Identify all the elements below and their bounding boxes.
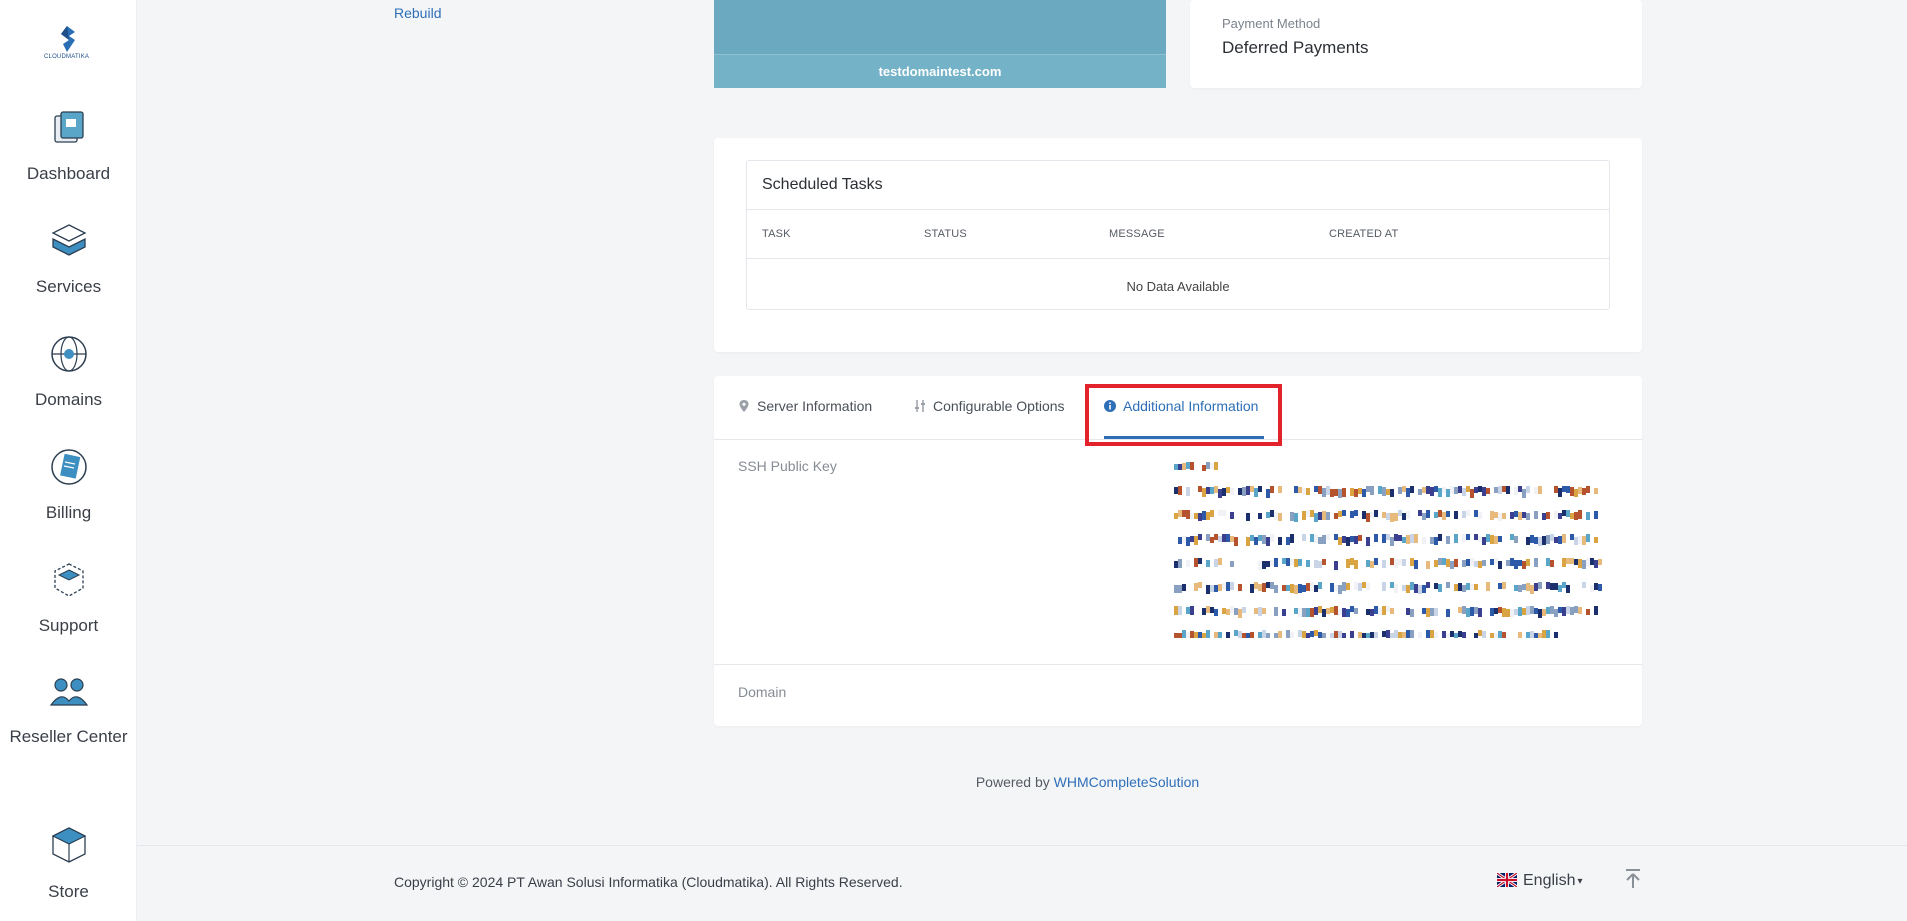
sidebar-item-store[interactable]: Store	[0, 824, 137, 904]
payment-method-value: Deferred Payments	[1222, 38, 1369, 57]
chevron-down-icon: ▾	[1577, 876, 1583, 887]
language-selector[interactable]: English ▾	[1497, 872, 1583, 890]
globe-icon	[50, 336, 87, 372]
tab-configurable-options[interactable]: Configurable Options	[914, 398, 1065, 414]
service-info-card: Server Information Configurable Options …	[714, 376, 1642, 726]
column-message: MESSAGE	[1109, 228, 1165, 240]
billing-icon	[50, 449, 87, 485]
sidebar-item-dashboard[interactable]: Dashboard	[0, 106, 137, 186]
column-created-at: CREATED AT	[1329, 228, 1399, 240]
dashboard-icon	[53, 111, 84, 143]
services-icon	[51, 224, 86, 256]
column-status: STATUS	[924, 228, 967, 240]
users-icon	[49, 678, 88, 706]
store-cube-icon	[51, 827, 86, 863]
domain-label: Domain	[738, 684, 787, 700]
map-pin-icon	[739, 400, 749, 412]
website-preview: testdomaintest.com	[714, 0, 1166, 88]
sidebar-item-reseller-center[interactable]: Reseller Center	[0, 671, 137, 749]
back-to-top-icon[interactable]	[1623, 868, 1643, 890]
highlight-annotation	[1085, 384, 1282, 446]
uk-flag-icon	[1497, 873, 1517, 887]
scheduled-tasks-title: Scheduled Tasks	[762, 176, 883, 193]
rebuild-link[interactable]: Rebuild	[394, 5, 441, 21]
empty-state: No Data Available	[1126, 279, 1230, 294]
row-divider	[714, 664, 1642, 665]
logo-text: CLOUDMATIKA	[44, 54, 90, 60]
sidebar-item-services[interactable]: Services	[0, 219, 137, 299]
payment-method-card: Payment Method Deferred Payments	[1190, 0, 1642, 88]
sidebar-item-support[interactable]: Support	[0, 558, 137, 638]
ssh-public-key-value-redacted[interactable]	[1174, 460, 1602, 638]
preview-domain: testdomaintest.com	[714, 54, 1166, 88]
sliders-icon	[915, 400, 925, 412]
footer: Copyright © 2024 PT Awan Solusi Informat…	[137, 845, 1907, 921]
ssh-public-key-label: SSH Public Key	[738, 458, 837, 474]
scheduled-tasks-table: Scheduled Tasks TASK STATUS MESSAGE CREA…	[746, 160, 1610, 310]
table-header: TASK STATUS MESSAGE CREATED AT	[747, 209, 1609, 259]
sidebar-item-billing[interactable]: Billing	[0, 445, 137, 525]
tab-server-information[interactable]: Server Information	[738, 398, 872, 414]
whmcs-link[interactable]: WHMCompleteSolution	[1054, 774, 1200, 790]
powered-by: Powered by WHMCompleteSolution	[975, 774, 1200, 790]
column-task: TASK	[762, 228, 791, 240]
support-icon	[53, 563, 84, 597]
scheduled-tasks-card: Scheduled Tasks TASK STATUS MESSAGE CREA…	[714, 138, 1642, 352]
copyright-text: Copyright © 2024 PT Awan Solusi Informat…	[394, 874, 903, 890]
sidebar-item-domains[interactable]: Domains	[0, 332, 137, 412]
payment-method-label: Payment Method	[1222, 16, 1321, 31]
